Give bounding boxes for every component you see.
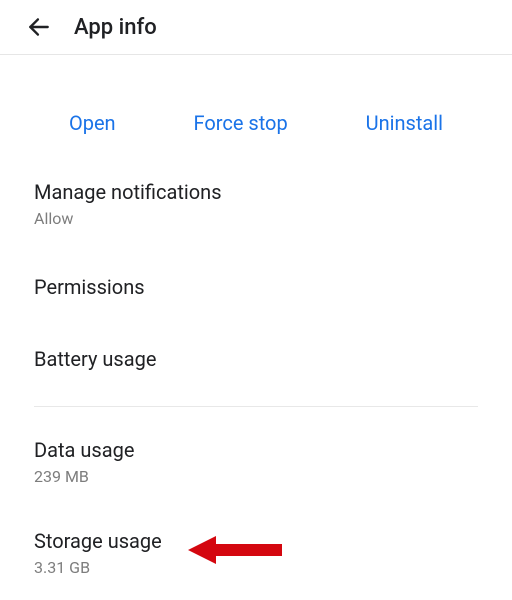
open-button[interactable]: Open [69,111,116,135]
uninstall-button[interactable]: Uninstall [366,111,443,135]
manage-notifications-sub: Allow [34,209,478,228]
storage-usage-item[interactable]: Storage usage 3.31 GB [0,504,512,595]
permissions-item[interactable]: Permissions [0,246,512,318]
settings-list: Manage notifications Allow Permissions B… [0,163,512,595]
storage-usage-sub: 3.31 GB [34,558,478,577]
app-bar: App info [0,0,512,55]
action-row: Open Force stop Uninstall [0,55,512,163]
permissions-label: Permissions [34,274,478,300]
manage-notifications-item[interactable]: Manage notifications Allow [0,163,512,246]
battery-usage-item[interactable]: Battery usage [0,318,512,398]
data-usage-label: Data usage [34,437,478,463]
data-usage-item[interactable]: Data usage 239 MB [0,423,512,504]
back-arrow-icon[interactable] [26,14,52,40]
manage-notifications-label: Manage notifications [34,179,478,205]
data-usage-sub: 239 MB [34,467,478,486]
section-divider [34,406,478,407]
force-stop-button[interactable]: Force stop [194,111,288,135]
storage-usage-label: Storage usage [34,528,478,554]
battery-usage-label: Battery usage [34,346,478,372]
page-title: App info [74,15,157,40]
